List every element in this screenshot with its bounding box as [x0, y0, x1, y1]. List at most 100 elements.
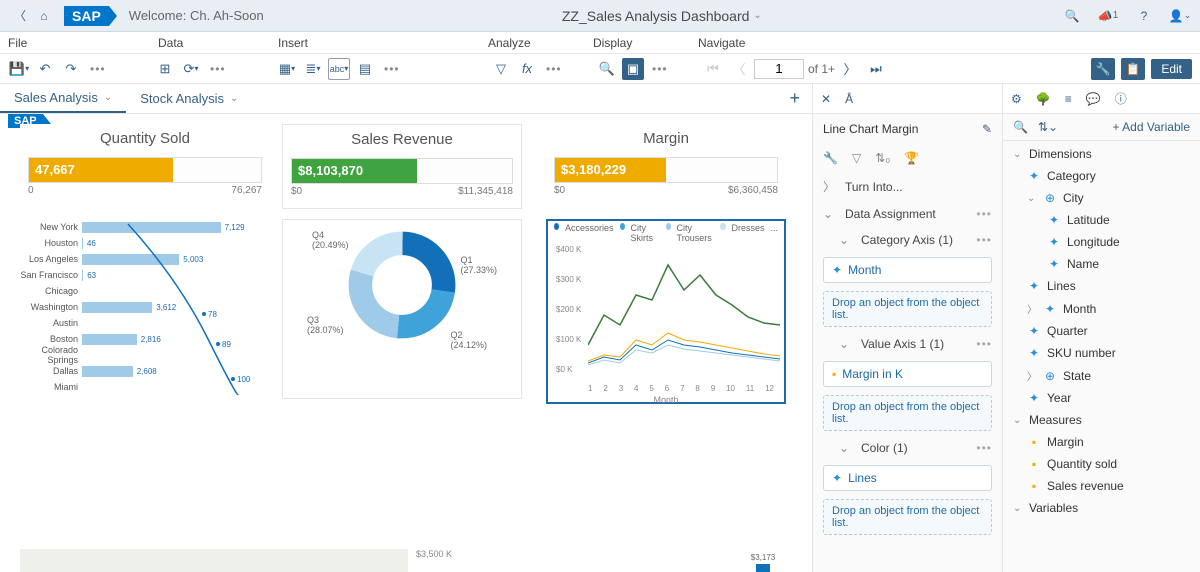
menu-display[interactable]: Display — [593, 36, 698, 50]
more-display-icon[interactable]: ••• — [648, 62, 672, 76]
search-icon[interactable]: 🔍 — [1060, 4, 1084, 28]
menu-data[interactable]: Data — [158, 36, 278, 50]
tree-icon[interactable]: 🌳 — [1036, 92, 1051, 106]
settings-icon[interactable]: ⚙ — [1011, 92, 1022, 106]
tab-stock-analysis[interactable]: Stock Analysis⌄ — [126, 85, 252, 112]
tree-category[interactable]: ✦Category — [1007, 165, 1196, 187]
rev-value: $8,103,870 — [298, 163, 363, 178]
wrench-icon[interactable]: 🔧 — [823, 151, 838, 165]
tree-state[interactable]: 〉⊕State — [1007, 364, 1196, 387]
add-variable-button[interactable]: + Add Variable — [1112, 120, 1190, 134]
menu-file[interactable]: File — [8, 36, 158, 50]
drop-zone[interactable]: Drop an object from the object list. — [823, 395, 992, 431]
category-axis-chip[interactable]: ✦Month — [823, 257, 992, 283]
sort-icon[interactable]: ⇅⌄ — [1038, 120, 1058, 134]
report-canvas[interactable]: SAP Quantity Sold 47,667 076,267 Sales R… — [0, 114, 812, 572]
announcements-icon[interactable]: 📣 1 — [1096, 4, 1120, 28]
tree-quarter[interactable]: ✦Quarter — [1007, 320, 1196, 342]
undo-icon[interactable]: ↶ — [34, 58, 56, 80]
tree-qty[interactable]: ▪Quantity sold — [1007, 453, 1196, 475]
tree-rev[interactable]: ▪Sales revenue — [1007, 475, 1196, 497]
tab-sales-analysis[interactable]: Sales Analysis⌄ — [0, 84, 126, 113]
tree-variables[interactable]: ⌄Variables — [1007, 497, 1196, 519]
insert-chart-icon[interactable]: ≣▾ — [302, 58, 324, 80]
data-sources-icon[interactable]: ⊞ — [154, 58, 176, 80]
list-icon[interactable]: ≡ — [1065, 92, 1072, 106]
tree-month[interactable]: 〉✦Month — [1007, 297, 1196, 320]
more-insert-icon[interactable]: ••• — [380, 62, 404, 76]
insert-section-icon[interactable]: ▤ — [354, 58, 376, 80]
home-button[interactable]: ⌂ — [32, 4, 56, 28]
tree-year[interactable]: ✦Year — [1007, 387, 1196, 409]
drop-zone[interactable]: Drop an object from the object list. — [823, 499, 992, 535]
value-axis-chip[interactable]: ▪Margin in K — [823, 361, 992, 387]
tree-name[interactable]: ✦Name — [1007, 253, 1196, 275]
comment-icon[interactable]: 💬 — [1086, 92, 1101, 106]
value-axis-row[interactable]: ⌄Value Axis 1 (1)••• — [813, 331, 1002, 357]
city-bar-chart[interactable]: New York7,129Houston46Los Angeles5,003Sa… — [20, 219, 260, 395]
filter-icon[interactable]: ▽ — [490, 58, 512, 80]
insert-text-icon[interactable]: abc▾ — [328, 58, 350, 80]
card-revenue[interactable]: Sales Revenue $8,103,870 $0$11,345,418 — [282, 124, 522, 209]
tree-dimensions[interactable]: ⌄Dimensions — [1007, 143, 1196, 165]
tree-lines[interactable]: ✦Lines — [1007, 275, 1196, 297]
chevron-down-icon: ⌄ — [753, 10, 761, 21]
edit-button[interactable]: Edit — [1151, 59, 1192, 79]
zoom-icon[interactable]: 🔍 — [596, 58, 618, 80]
map-chart[interactable]: Francisco Los Angeles Colorado Springs D… — [20, 549, 408, 572]
card-title: Margin — [546, 124, 786, 153]
back-button[interactable]: 〈 — [8, 4, 32, 28]
rank-icon[interactable]: 🏆 — [904, 151, 919, 165]
color-chip[interactable]: ✦Lines — [823, 465, 992, 491]
view-mode-icon[interactable]: ▣ — [622, 58, 644, 80]
line-legend: Accessories City Skirts City Trousers Dr… — [548, 221, 784, 245]
column-chart[interactable]: $3,500 K $3,000 K $2,500 K $2,000 K $1,5… — [416, 549, 786, 572]
prev-page-icon[interactable]: 〈 — [728, 58, 750, 80]
color-row[interactable]: ⌄Color (1)••• — [813, 435, 1002, 461]
last-page-icon[interactable]: ⏭ — [865, 58, 887, 80]
variables-panel: 🔍 ⇅⌄ + Add Variable ⌄Dimensions ✦Categor… — [1002, 114, 1200, 572]
tools-button[interactable]: 🔧 — [1091, 58, 1115, 80]
tree-latitude[interactable]: ✦Latitude — [1007, 209, 1196, 231]
tree-longitude[interactable]: ✦Longitude — [1007, 231, 1196, 253]
more-analyze-icon[interactable]: ••• — [542, 62, 566, 76]
redo-icon[interactable]: ↷ — [60, 58, 82, 80]
filter-icon[interactable]: ▽ — [852, 151, 861, 165]
info-icon[interactable]: ⓘ — [1115, 90, 1127, 107]
menu-analyze[interactable]: Analyze — [488, 36, 593, 50]
pencil-icon[interactable]: ✎ — [982, 122, 992, 136]
more-data-icon[interactable]: ••• — [206, 62, 230, 76]
tree-city[interactable]: ⌄⊕City — [1007, 187, 1196, 209]
document-title[interactable]: ZZ_Sales Analysis Dashboard ⌄ — [562, 8, 762, 24]
save-icon[interactable]: 💾▾ — [8, 58, 30, 80]
next-page-icon[interactable]: 〉 — [839, 58, 861, 80]
card-margin-kpi[interactable]: Margin $3,180,229 $0$6,360,458 — [546, 124, 786, 209]
insert-table-icon[interactable]: ▦▾ — [276, 58, 298, 80]
tree-margin[interactable]: ▪Margin — [1007, 431, 1196, 453]
sort-icon[interactable]: ⇅₀ — [875, 151, 890, 165]
turn-into-row[interactable]: 〉Turn Into... — [813, 172, 1002, 201]
page-input[interactable] — [754, 59, 804, 79]
donut-chart[interactable]: Q1(27.33%) Q2(24.12%) Q3(28.07%) Q4(20.4… — [282, 219, 522, 399]
drop-zone[interactable]: Drop an object from the object list. — [823, 291, 992, 327]
formula-icon[interactable]: fx — [516, 58, 538, 80]
line-chart-margin[interactable]: Accessories City Skirts City Trousers Dr… — [546, 219, 786, 404]
search-icon[interactable]: 🔍 — [1013, 120, 1028, 134]
help-icon[interactable]: ? — [1132, 4, 1156, 28]
tree-sku[interactable]: ✦SKU number — [1007, 342, 1196, 364]
build-icon[interactable]: ✕ — [821, 92, 831, 106]
first-page-icon[interactable]: ⏮ — [702, 58, 724, 80]
menu-navigate[interactable]: Navigate — [698, 36, 818, 50]
category-axis-row[interactable]: ⌄Category Axis (1)••• — [813, 227, 1002, 253]
menu-insert[interactable]: Insert — [278, 36, 488, 50]
refresh-icon[interactable]: ⟳▾ — [180, 58, 202, 80]
more-file-icon[interactable]: ••• — [86, 62, 110, 76]
card-quantity[interactable]: Quantity Sold 47,667 076,267 — [20, 124, 270, 214]
format-icon[interactable]: Å — [845, 92, 853, 106]
tree-measures[interactable]: ⌄Measures — [1007, 409, 1196, 431]
user-menu-icon[interactable]: 👤 ⌄ — [1168, 4, 1192, 28]
donut-svg — [347, 230, 457, 340]
data-assignment-row[interactable]: ⌄Data Assignment••• — [813, 201, 1002, 227]
add-tab-button[interactable]: + — [777, 88, 812, 109]
clipboard-button[interactable]: 📋 — [1121, 58, 1145, 80]
